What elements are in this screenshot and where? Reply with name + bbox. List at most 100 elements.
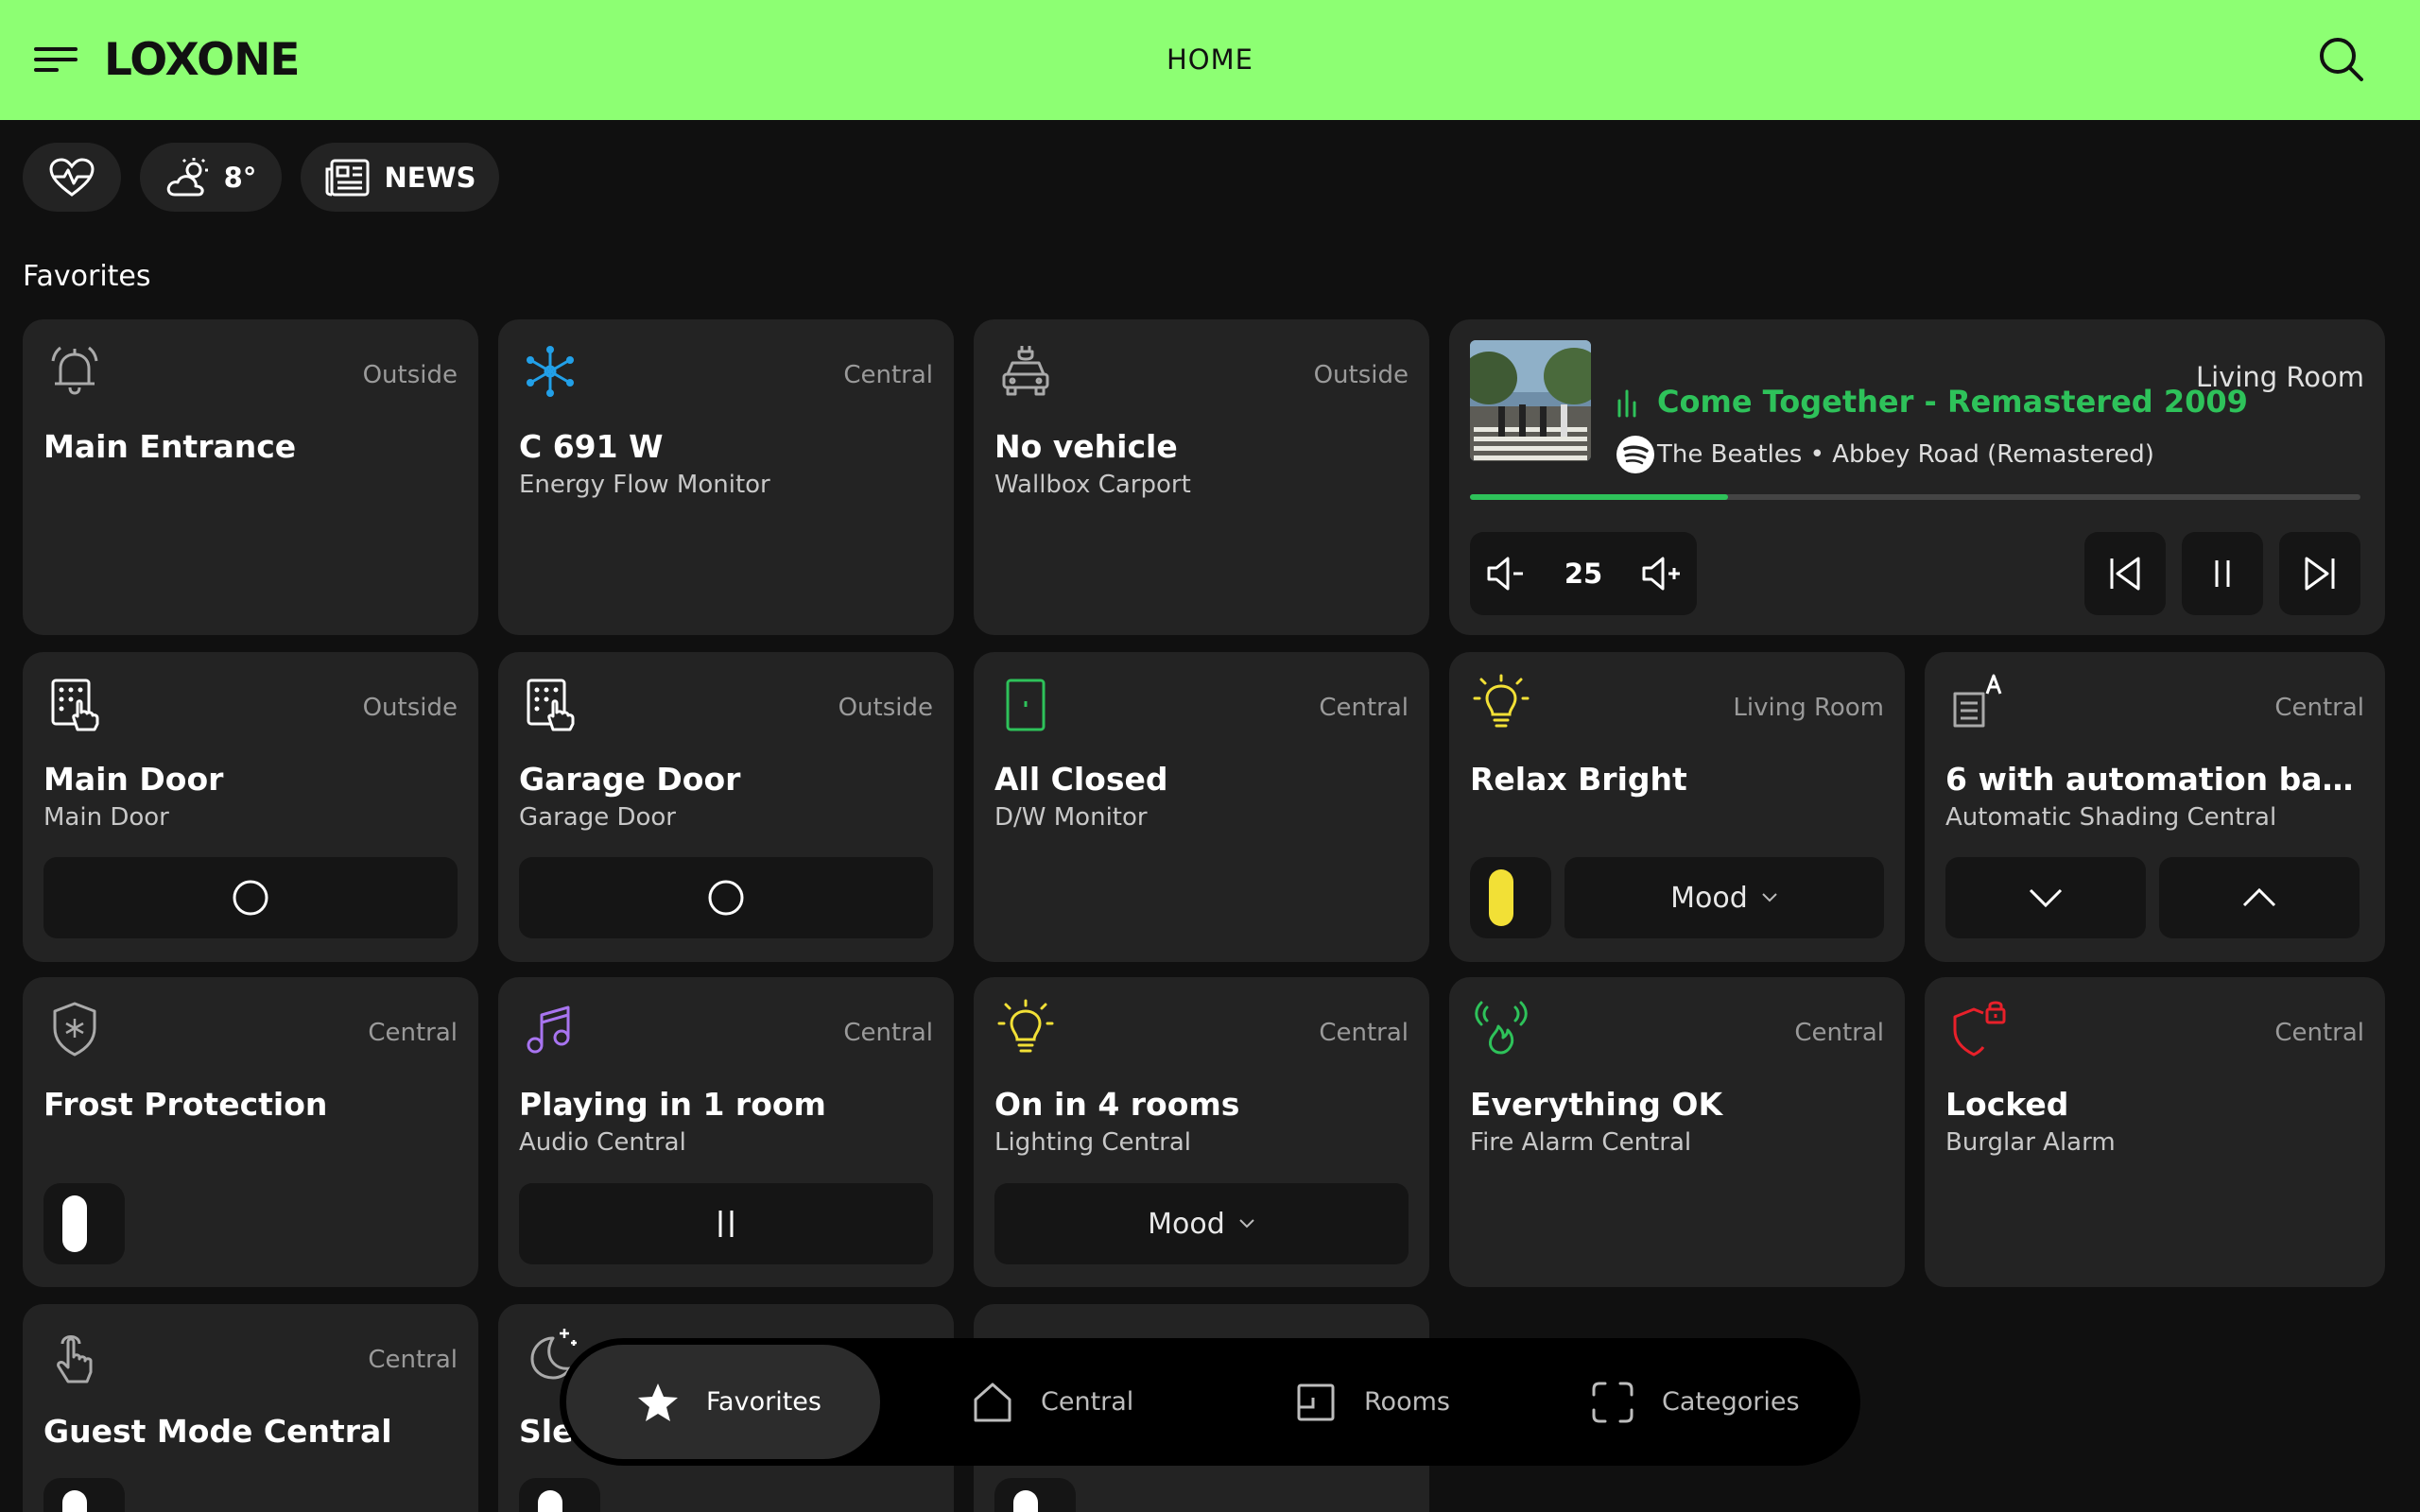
circle-icon — [708, 880, 744, 916]
pause-icon — [718, 1211, 734, 1237]
card-title: Main Entrance — [43, 428, 297, 465]
light-toggle[interactable] — [1470, 857, 1551, 938]
frost-protection-toggle[interactable] — [43, 1183, 125, 1264]
chevron-up-icon — [2242, 887, 2276, 907]
favorites-section-title: Favorites — [23, 260, 151, 293]
card-location: Central — [368, 1019, 458, 1047]
tab-label: Favorites — [706, 1387, 821, 1417]
car-charging-icon — [1002, 346, 1049, 396]
frost-protection-card[interactable]: Central Frost Protection — [23, 977, 478, 1287]
mood-select[interactable]: Mood — [1564, 857, 1884, 938]
shading-up-button[interactable] — [2159, 857, 2360, 938]
main-door-card[interactable]: Outside Main Door Main Door — [23, 652, 478, 962]
partly-cloudy-icon — [166, 157, 208, 196]
media-player-card[interactable]: Living Room Come Together - Remastered 2… — [1449, 319, 2385, 635]
toggle-knob — [1489, 869, 1513, 926]
card-subtitle: Lighting Central — [994, 1128, 1192, 1157]
card-subtitle: D/W Monitor — [994, 803, 1148, 832]
energy-flow-card[interactable]: Central C 691 W Energy Flow Monitor — [498, 319, 954, 635]
card-subtitle: Burglar Alarm — [1945, 1128, 2116, 1157]
automatic-shading-icon — [1953, 674, 2002, 728]
garage-door-card[interactable]: Outside Garage Door Garage Door — [498, 652, 954, 962]
card-location: Central — [1794, 1019, 1884, 1047]
pause-button[interactable] — [2182, 532, 2263, 615]
shading-card[interactable]: Central 6 with automation based ... Auto… — [1925, 652, 2385, 962]
fire-alarm-card[interactable]: Central Everything OK Fire Alarm Central — [1449, 977, 1905, 1287]
playback-progress-fill — [1470, 494, 1729, 500]
page-title: HOME — [1167, 43, 1253, 76]
search-icon[interactable] — [2318, 36, 2365, 83]
card-title: 6 with automation based ... — [1945, 761, 2364, 798]
garage-door-open-button[interactable] — [519, 857, 933, 938]
toggle-knob — [62, 1195, 87, 1252]
toggle-knob — [538, 1490, 562, 1512]
card-location: Outside — [1313, 361, 1409, 389]
song-title: Come Together - Remastered 2009 — [1657, 384, 2248, 420]
categories-icon — [1592, 1382, 1634, 1422]
music-note-icon — [527, 1005, 570, 1054]
album-cover-image — [1470, 340, 1591, 461]
tab-label: Rooms — [1364, 1387, 1450, 1417]
circle-icon — [233, 880, 268, 916]
news-button[interactable]: NEWS — [301, 143, 499, 212]
burglar-alarm-card[interactable]: Central Locked Burglar Alarm — [1925, 977, 2385, 1287]
door-closed-icon — [1006, 679, 1046, 731]
chevron-down-icon — [1239, 1219, 1254, 1228]
floorplan-icon — [1297, 1383, 1335, 1420]
partial-card-toggle[interactable] — [994, 1478, 1076, 1512]
tab-label: Categories — [1662, 1387, 1800, 1417]
card-title: Main Door — [43, 761, 224, 798]
audio-pause-button[interactable] — [519, 1183, 933, 1264]
shading-down-button[interactable] — [1945, 857, 2146, 938]
health-button[interactable] — [23, 143, 121, 212]
next-track-button[interactable] — [2279, 532, 2360, 615]
tab-favorites[interactable]: Favorites — [566, 1345, 880, 1459]
card-location: Central — [1319, 1019, 1409, 1047]
fire-alarm-icon — [1475, 1001, 1528, 1055]
lighting-mood-select[interactable]: Mood — [994, 1183, 1409, 1264]
app-header: LOXONE HOME — [0, 0, 2420, 120]
main-entrance-card[interactable]: Outside Main Entrance — [23, 319, 478, 635]
hand-pointer-icon — [57, 1335, 93, 1383]
main-door-open-button[interactable] — [43, 857, 458, 938]
guest-mode-card[interactable]: Central Guest Mode Central — [23, 1304, 478, 1512]
relax-bright-card[interactable]: Living Room Relax Bright Mood — [1449, 652, 1905, 962]
card-title: Garage Door — [519, 761, 741, 798]
previous-track-button[interactable] — [2084, 532, 2166, 615]
sleep-toggle[interactable] — [519, 1478, 600, 1512]
spotify-icon — [1616, 436, 1654, 473]
card-location: Central — [843, 1019, 933, 1047]
volume-down-icon[interactable] — [1483, 553, 1527, 594]
card-location: Central — [368, 1346, 458, 1374]
lighting-central-card[interactable]: Central On in 4 rooms Lighting Central M… — [974, 977, 1429, 1287]
card-title: Guest Mode Central — [43, 1413, 392, 1450]
equalizer-icon — [1617, 389, 1636, 418]
card-title: No vehicle — [994, 428, 1178, 465]
bottom-tab-bar: Favorites Central Rooms Categories — [560, 1338, 1860, 1466]
tab-categories[interactable]: Categories — [1590, 1345, 1800, 1459]
card-location: Central — [2274, 694, 2364, 722]
card-subtitle: Fire Alarm Central — [1470, 1128, 1692, 1157]
audio-central-card[interactable]: Central Playing in 1 room Audio Central — [498, 977, 954, 1287]
album-art[interactable] — [1470, 340, 1591, 461]
news-label: NEWS — [384, 161, 476, 194]
playback-progress[interactable] — [1470, 494, 2360, 500]
keypad-icon — [51, 679, 99, 731]
wallbox-card[interactable]: Outside No vehicle Wallbox Carport — [974, 319, 1429, 635]
weather-button[interactable]: 8° — [140, 143, 282, 212]
newspaper-icon — [325, 159, 370, 196]
guest-mode-toggle[interactable] — [43, 1478, 125, 1512]
card-title: Playing in 1 room — [519, 1086, 826, 1123]
tab-rooms[interactable]: Rooms — [1294, 1345, 1450, 1459]
menu-icon[interactable] — [34, 47, 78, 72]
card-title: Relax Bright — [1470, 761, 1687, 798]
tab-central[interactable]: Central — [971, 1345, 1133, 1459]
volume-up-icon[interactable] — [1638, 553, 1685, 594]
star-icon — [638, 1383, 678, 1421]
chevron-down-icon — [2029, 888, 2063, 908]
shield-snowflake-icon — [53, 1002, 96, 1057]
toggle-knob — [1013, 1490, 1038, 1512]
pause-icon — [2215, 560, 2230, 587]
bell-icon — [51, 346, 98, 395]
all-closed-card[interactable]: Central All Closed D/W Monitor — [974, 652, 1429, 962]
